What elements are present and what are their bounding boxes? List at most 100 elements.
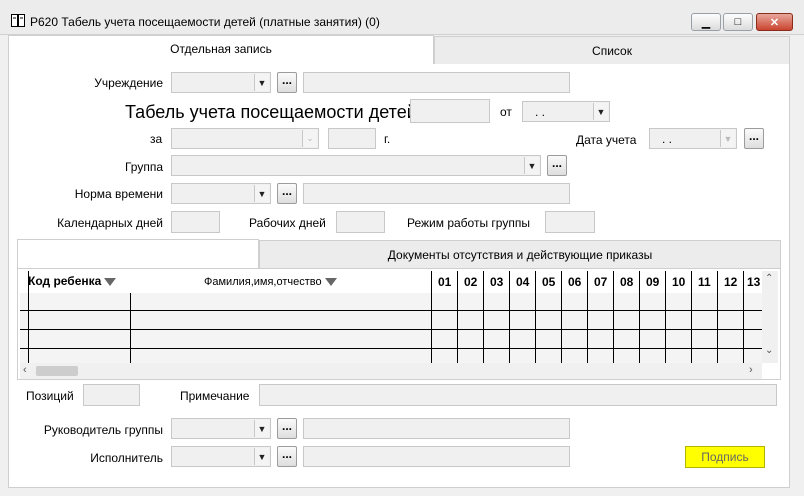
chevron-down-icon: ▼ [524, 157, 539, 174]
filter-icon[interactable] [104, 277, 117, 286]
chevron-down-icon[interactable]: ⌄ [765, 345, 773, 356]
institution-label: Учреждение [94, 76, 163, 90]
column-header-day-04[interactable]: 04 [516, 275, 529, 289]
column-header-day-09[interactable]: 09 [646, 275, 659, 289]
from-label: от [500, 105, 512, 119]
document-date-field[interactable]: . . ▼ [522, 101, 610, 122]
year-field[interactable] [328, 128, 376, 149]
group-head-combo[interactable]: ▼ [171, 418, 271, 439]
column-header-day-02[interactable]: 02 [464, 275, 477, 289]
time-norm-label: Норма времени [74, 187, 163, 201]
tab-single-record-label: Отдельная запись [170, 42, 272, 56]
horizontal-scroll-thumb[interactable] [36, 366, 78, 376]
accounting-date-field[interactable]: . . ▼ [649, 128, 737, 149]
year-suffix: г. [384, 132, 391, 146]
document-number-field[interactable] [410, 99, 490, 123]
chevron-down-icon: ▼ [254, 448, 269, 465]
tab-absence-documents[interactable]: Документы отсутствия и действующие прика… [259, 240, 781, 269]
chevron-left-icon[interactable]: ‹ [23, 364, 27, 376]
calendar-days-label: Календарных дней [57, 216, 163, 230]
executor-lookup-button[interactable]: ... [277, 446, 297, 467]
column-divider [587, 271, 588, 363]
group-head-name-field [303, 418, 570, 439]
positions-field [83, 384, 140, 406]
vertical-scrollbar[interactable]: ⌃ ⌄ [762, 271, 778, 363]
time-norm-combo[interactable]: ▼ [171, 183, 271, 204]
column-divider [28, 271, 29, 363]
close-icon: ✕ [769, 16, 780, 29]
book-icon [11, 14, 25, 27]
column-header-day-03[interactable]: 03 [490, 275, 503, 289]
minimize-icon: ▁ [701, 16, 711, 29]
column-divider [509, 271, 510, 363]
positions-label: Позиций [26, 389, 74, 403]
tab-attendance-grid[interactable] [17, 239, 259, 269]
time-norm-name-field [303, 183, 570, 204]
table-row [20, 348, 762, 349]
column-header-child-code[interactable]: Код ребенка [28, 274, 117, 288]
executor-label: Исполнитель [90, 451, 163, 465]
time-norm-lookup-button[interactable]: ... [277, 183, 297, 204]
chevron-down-icon: ▼ [720, 130, 735, 147]
column-divider [431, 271, 432, 363]
group-combo[interactable]: ▼ [171, 155, 541, 176]
document-date-value: . . [535, 105, 546, 119]
accounting-date-value: . . [662, 132, 673, 146]
column-header-day-06[interactable]: 06 [568, 275, 581, 289]
chevron-up-icon[interactable]: ⌃ [765, 273, 773, 284]
page-title: Табель учета посещаемости детей № [125, 102, 442, 122]
note-label: Примечание [180, 389, 250, 403]
chevron-down-icon: ⌄ [302, 130, 317, 147]
executor-combo[interactable]: ▼ [171, 446, 271, 467]
group-lookup-button[interactable]: ... [547, 155, 567, 176]
grid-header: Код ребенка Фамилия,имя,отчество 01 02 0… [20, 271, 762, 294]
maximize-button[interactable]: □ [723, 13, 753, 31]
minimize-button[interactable]: ▁ [691, 13, 721, 31]
month-combo[interactable]: ⌄ [171, 128, 319, 149]
column-header-day-01[interactable]: 01 [438, 275, 451, 289]
column-divider [743, 271, 744, 363]
horizontal-scrollbar[interactable]: ‹ › [20, 363, 762, 379]
group-mode-label: Режим работы группы [407, 216, 530, 230]
close-button[interactable]: ✕ [756, 13, 793, 31]
calendar-days-field[interactable] [171, 211, 220, 233]
column-header-day-07[interactable]: 07 [594, 275, 607, 289]
accounting-date-lookup-button[interactable]: ... [744, 128, 764, 149]
chevron-down-icon: ▼ [254, 74, 269, 91]
column-divider [665, 271, 666, 363]
grid-body [20, 293, 762, 363]
column-header-full-name-label: Фамилия,имя,отчество [204, 276, 322, 288]
chevron-down-icon: ▼ [254, 420, 269, 437]
institution-lookup-button[interactable]: ... [277, 72, 297, 93]
executor-name-field [303, 446, 570, 467]
group-mode-field[interactable] [545, 211, 595, 233]
column-header-day-10[interactable]: 10 [672, 275, 685, 289]
column-header-day-12[interactable]: 12 [724, 275, 737, 289]
table-row [20, 329, 762, 330]
note-field[interactable] [259, 384, 777, 406]
column-header-day-08[interactable]: 08 [620, 275, 633, 289]
institution-name-field [303, 72, 570, 93]
column-divider [457, 271, 458, 363]
institution-combo[interactable]: ▼ [171, 72, 271, 93]
working-days-field[interactable] [336, 211, 385, 233]
tab-list-label: Список [592, 44, 632, 58]
column-divider [535, 271, 536, 363]
column-divider [130, 293, 131, 363]
column-header-full-name[interactable]: Фамилия,имя,отчество [204, 276, 337, 288]
sign-button[interactable]: Подпись [685, 446, 765, 468]
tab-single-record[interactable]: Отдельная запись [8, 35, 434, 65]
group-label: Группа [124, 160, 163, 174]
chevron-right-icon[interactable]: › [749, 364, 753, 376]
accounting-date-label: Дата учета [576, 133, 637, 147]
filter-icon[interactable] [324, 278, 337, 287]
column-header-day-11[interactable]: 11 [698, 275, 711, 289]
column-header-day-05[interactable]: 05 [542, 275, 555, 289]
column-divider [717, 271, 718, 363]
group-head-lookup-button[interactable]: ... [277, 418, 297, 439]
tab-list[interactable]: Список [434, 36, 790, 65]
column-divider [691, 271, 692, 363]
chevron-down-icon: ▼ [254, 185, 269, 202]
group-head-label: Руководитель группы [43, 423, 163, 437]
column-header-day-13[interactable]: 13 [747, 275, 760, 289]
